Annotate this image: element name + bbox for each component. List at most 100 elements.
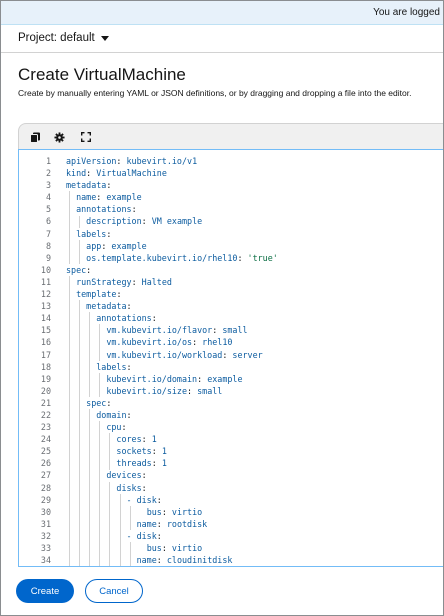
line-content: metadata: [66, 180, 112, 191]
code-line: 30 bus: virtio [19, 506, 443, 518]
yaml-key: name [136, 555, 157, 566]
yaml-value: kubevirt.io/v1 [126, 156, 198, 166]
line-number: 12 [40, 289, 51, 300]
yaml-key: sockets [116, 446, 152, 457]
line-content: bus: virtio [146, 506, 203, 517]
create-button[interactable]: Create [16, 579, 74, 603]
yaml-key: name [136, 518, 157, 529]
yaml-value: 1 [161, 446, 167, 457]
app-frame: You are logged Project: default Create V… [0, 0, 444, 616]
line-content: vm.kubevirt.io/workload: server [106, 349, 263, 360]
yaml-key: description [86, 216, 142, 227]
line-number: 31 [40, 518, 51, 529]
editor-toolbar [18, 123, 443, 149]
line-content: vm.kubevirt.io/flavor: small [106, 325, 248, 336]
code-line: 17 vm.kubevirt.io/workload: server [19, 349, 443, 361]
code-line: 12 template: [19, 288, 443, 300]
yaml-value: 1 [161, 458, 167, 469]
code-line: 7 labels: [19, 228, 443, 240]
indent-guide [69, 191, 70, 264]
line-number: 13 [40, 301, 51, 312]
yaml-value: server [232, 349, 263, 360]
line-number: 34 [40, 555, 51, 566]
line-number: 19 [40, 373, 51, 384]
line-number: 32 [40, 530, 51, 541]
yaml-key: app [86, 240, 102, 251]
line-number: 10 [40, 264, 51, 275]
code-line: 19 kubevirt.io/domain: example [19, 373, 443, 385]
line-number: 4 [45, 192, 51, 203]
yaml-key: name [76, 192, 97, 203]
indent-guide [119, 493, 121, 566]
line-content: annotations: [76, 204, 137, 215]
yaml-value: example [207, 373, 243, 384]
fullscreen-icon[interactable] [78, 129, 94, 145]
copy-icon[interactable] [27, 129, 43, 145]
yaml-value: rhel10 [202, 337, 233, 348]
indent-guide [89, 409, 91, 566]
line-number: 17 [40, 349, 51, 360]
code-line: 29 - disk: [19, 494, 443, 506]
line-content: description: VM example [86, 216, 203, 227]
code-line: 25 sockets: 1 [19, 445, 443, 457]
indent-guide [79, 300, 81, 566]
yaml-value: virtio [171, 506, 203, 517]
yaml-value: example [111, 240, 147, 251]
yaml-key: cpu [106, 422, 122, 433]
code-line: 20 kubevirt.io/size: small [19, 385, 443, 397]
yaml-key: bus [146, 543, 162, 553]
yaml-key: vm.kubevirt.io/os [106, 337, 193, 348]
yaml-key: disks [116, 482, 142, 493]
page-description: Create by manually entering YAML or JSON… [18, 88, 412, 98]
line-content: - disk: [126, 530, 162, 541]
line-number: 23 [40, 422, 51, 433]
line-content: name: cloudinitdisk [136, 555, 233, 566]
yaml-key: - disk [126, 530, 157, 541]
yaml-key: cores [116, 434, 142, 445]
code-line: 8 app: example [19, 240, 443, 252]
yaml-editor[interactable]: 1 apiVersion: kubevirt.io/v1 2 kind: Virtua… [18, 149, 443, 567]
yaml-value: cloudinitdisk [166, 555, 233, 566]
yaml-value: VM example [151, 216, 203, 227]
line-content: devices: [106, 470, 147, 481]
yaml-key: os.template.kubevirt.io/rhel10 [86, 252, 238, 263]
yaml-key: spec [86, 397, 107, 408]
line-number: 33 [40, 543, 51, 553]
line-number: 27 [40, 470, 51, 481]
yaml-key: devices [106, 470, 142, 481]
yaml-key: threads [116, 458, 152, 469]
form-footer: Create Cancel [1, 569, 443, 615]
line-content: kubevirt.io/domain: example [106, 373, 243, 384]
line-content: name: example [76, 192, 142, 203]
code-line: 14 annotations: [19, 312, 443, 324]
indent-guide [129, 542, 131, 566]
cancel-button[interactable]: Cancel [85, 579, 143, 603]
indent-guide [129, 505, 131, 531]
code-line: 28 disks: [19, 482, 443, 494]
line-number: 7 [45, 228, 51, 239]
line-content: runStrategy: Halted [76, 276, 172, 287]
indent-guide [99, 421, 101, 566]
code-line: 21 spec: [19, 397, 443, 409]
yaml-value: rootdisk [166, 518, 208, 529]
code-line: 10 spec: [19, 264, 443, 276]
project-selector[interactable]: Project: default [18, 32, 109, 44]
code-line: 34 name: cloudinitdisk [19, 554, 443, 566]
settings-icon[interactable] [51, 129, 67, 145]
line-content: - disk: [126, 494, 162, 505]
line-number: 11 [40, 276, 51, 287]
notification-banner: You are logged [1, 1, 443, 25]
line-number: 15 [40, 325, 51, 336]
yaml-value: small [222, 325, 248, 336]
line-number: 8 [45, 240, 51, 251]
line-content: apiVersion: kubevirt.io/v1 [66, 156, 198, 166]
project-bar: Project: default [1, 25, 443, 53]
code-line: 27 devices: [19, 469, 443, 481]
indent-guide [89, 312, 91, 397]
yaml-value: 1 [151, 434, 157, 445]
code-line: 5 annotations: [19, 203, 443, 215]
yaml-key: vm.kubevirt.io/workload [106, 349, 223, 360]
code-area[interactable]: 1 apiVersion: kubevirt.io/v1 2 kind: Virtua… [19, 155, 443, 566]
code-line: 1 apiVersion: kubevirt.io/v1 [19, 155, 443, 167]
line-number: 5 [45, 204, 51, 215]
